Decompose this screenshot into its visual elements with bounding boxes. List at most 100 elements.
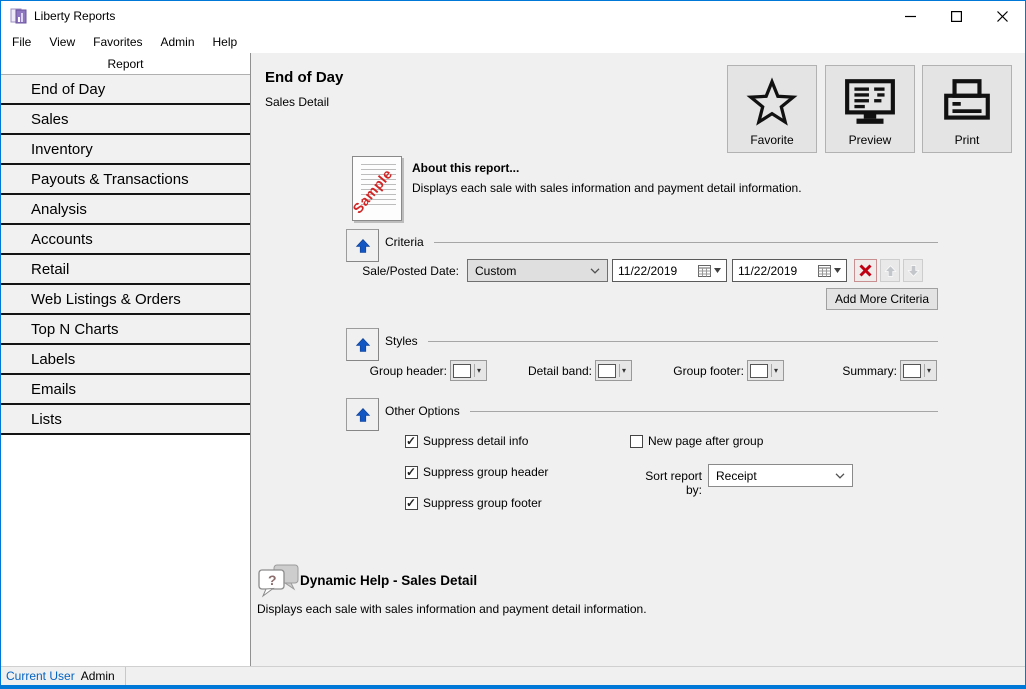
maximize-icon bbox=[950, 10, 962, 22]
dropdown-arrow-icon: ▾ bbox=[622, 365, 627, 375]
preview-button[interactable]: Preview bbox=[825, 65, 915, 153]
styles-heading: Styles bbox=[385, 334, 418, 348]
suppress-group-header-label: Suppress group header bbox=[423, 465, 549, 479]
styles-divider bbox=[427, 340, 938, 342]
sidebar-item-inventory[interactable]: Inventory bbox=[1, 135, 250, 165]
dropdown-arrow-icon: ▾ bbox=[477, 365, 482, 375]
window-title: Liberty Reports bbox=[34, 9, 116, 23]
status-bar: Current User Admin bbox=[1, 666, 1025, 685]
sidebar-item-labels[interactable]: Labels bbox=[1, 345, 250, 375]
summary-label: Summary: bbox=[842, 364, 897, 378]
suppress-group-footer-label: Suppress group footer bbox=[423, 496, 542, 510]
about-description: Displays each sale with sales informatio… bbox=[412, 181, 802, 195]
menu-bar: File View Favorites Admin Help bbox=[1, 31, 1025, 53]
menu-favorites[interactable]: Favorites bbox=[84, 32, 151, 52]
client-area: Report End of Day Sales Inventory Payout… bbox=[1, 53, 1025, 667]
page-subtitle: Sales Detail bbox=[265, 95, 330, 109]
suppress-group-footer-checkbox-row[interactable]: Suppress group footer bbox=[405, 496, 542, 510]
print-button-label: Print bbox=[954, 133, 980, 147]
sidebar-item-payouts-transactions[interactable]: Payouts & Transactions bbox=[1, 165, 250, 195]
sort-report-by-select[interactable]: Receipt bbox=[708, 464, 853, 487]
printer-icon bbox=[944, 79, 990, 120]
maximize-button[interactable] bbox=[933, 1, 979, 31]
detail-band-style-picker[interactable]: ▾ bbox=[595, 360, 632, 381]
styles-collapse-button[interactable] bbox=[346, 328, 379, 361]
suppress-detail-info-label: Suppress detail info bbox=[423, 434, 529, 448]
sort-report-by-label: Sort report by: bbox=[645, 469, 702, 497]
group-footer-style-picker[interactable]: ▾ bbox=[747, 360, 784, 381]
style-swatch bbox=[903, 363, 921, 378]
print-button[interactable]: Print bbox=[922, 65, 1012, 153]
calendar-dropdown-icon[interactable] bbox=[818, 264, 841, 277]
dropdown-arrow-icon bbox=[834, 268, 841, 273]
sidebar-item-analysis[interactable]: Analysis bbox=[1, 195, 250, 225]
close-button[interactable] bbox=[979, 1, 1025, 31]
sidebar-item-sales[interactable]: Sales bbox=[1, 105, 250, 135]
sidebar-item-lists[interactable]: Lists bbox=[1, 405, 250, 435]
sidebar-item-emails[interactable]: Emails bbox=[1, 375, 250, 405]
options-section-header: Other Options bbox=[385, 404, 938, 418]
suppress-detail-info-checkbox-row[interactable]: Suppress detail info bbox=[405, 434, 528, 448]
group-footer-label: Group footer: bbox=[673, 364, 744, 378]
move-criteria-down-button[interactable] bbox=[903, 259, 923, 282]
calendar-icon bbox=[818, 264, 831, 277]
new-page-after-group-checkbox-row[interactable]: New page after group bbox=[630, 434, 763, 448]
criteria-collapse-button[interactable] bbox=[346, 229, 379, 262]
sidebar-item-web-listings-orders[interactable]: Web Listings & Orders bbox=[1, 285, 250, 315]
menu-view[interactable]: View bbox=[40, 32, 84, 52]
dynamic-help-icon: ? bbox=[258, 564, 299, 598]
chevron-down-icon bbox=[835, 472, 845, 479]
date-from-field[interactable]: 11/22/2019 bbox=[612, 259, 727, 282]
picker-divider bbox=[924, 364, 925, 377]
checkbox-icon[interactable] bbox=[405, 496, 418, 510]
checkbox-icon[interactable] bbox=[405, 434, 418, 448]
window-controls bbox=[887, 1, 1025, 31]
style-swatch bbox=[453, 363, 471, 378]
move-criteria-up-button[interactable] bbox=[880, 259, 900, 282]
current-user-label[interactable]: Current User bbox=[6, 669, 75, 683]
remove-criteria-button[interactable] bbox=[854, 259, 877, 282]
options-collapse-button[interactable] bbox=[346, 398, 379, 431]
dropdown-arrow-icon: ▾ bbox=[927, 365, 932, 375]
group-header-style-picker[interactable]: ▾ bbox=[450, 360, 487, 381]
date-to-value: 11/22/2019 bbox=[738, 263, 798, 278]
sidebar-header: Report bbox=[1, 53, 250, 75]
new-page-after-group-label: New page after group bbox=[648, 434, 764, 448]
suppress-group-header-checkbox-row[interactable]: Suppress group header bbox=[405, 465, 548, 479]
checkbox-icon[interactable] bbox=[405, 465, 418, 479]
date-to-field[interactable]: 11/22/2019 bbox=[732, 259, 847, 282]
detail-band-label: Detail band: bbox=[527, 364, 592, 378]
group-header-label: Group header: bbox=[369, 364, 447, 378]
arrow-up-icon bbox=[355, 407, 370, 422]
preview-monitor-icon bbox=[845, 79, 895, 124]
picker-divider bbox=[474, 364, 475, 377]
checkbox-icon[interactable] bbox=[630, 434, 643, 448]
menu-file[interactable]: File bbox=[3, 32, 40, 52]
sidebar-item-end-of-day[interactable]: End of Day bbox=[1, 75, 250, 105]
question-mark-glyph: ? bbox=[268, 572, 277, 588]
summary-style-picker[interactable]: ▾ bbox=[900, 360, 937, 381]
picker-divider bbox=[771, 364, 772, 377]
style-swatch bbox=[598, 363, 616, 378]
minimize-button[interactable] bbox=[887, 1, 933, 31]
sidebar-item-accounts[interactable]: Accounts bbox=[1, 225, 250, 255]
favorite-button-label: Favorite bbox=[750, 133, 794, 147]
date-mode-select[interactable]: Custom bbox=[467, 259, 608, 282]
options-divider bbox=[469, 410, 938, 412]
report-detail-panel: End of Day Sales Detail Favorite Preview… bbox=[251, 53, 1025, 667]
menu-help[interactable]: Help bbox=[204, 32, 247, 52]
dynamic-help-description: Displays each sale with sales informatio… bbox=[257, 602, 647, 616]
calendar-dropdown-icon[interactable] bbox=[698, 264, 721, 277]
about-heading: About this report... bbox=[412, 161, 520, 175]
options-heading: Other Options bbox=[385, 404, 460, 418]
favorite-button[interactable]: Favorite bbox=[727, 65, 817, 153]
minimize-icon bbox=[904, 15, 916, 17]
chevron-down-icon bbox=[590, 267, 600, 274]
sidebar-item-top-n-charts[interactable]: Top N Charts bbox=[1, 315, 250, 345]
arrow-up-icon bbox=[355, 238, 370, 253]
current-user-value: Admin bbox=[80, 669, 115, 683]
add-more-criteria-button[interactable]: Add More Criteria bbox=[826, 288, 938, 310]
preview-button-label: Preview bbox=[848, 133, 892, 147]
menu-admin[interactable]: Admin bbox=[152, 32, 204, 52]
sidebar-item-retail[interactable]: Retail bbox=[1, 255, 250, 285]
